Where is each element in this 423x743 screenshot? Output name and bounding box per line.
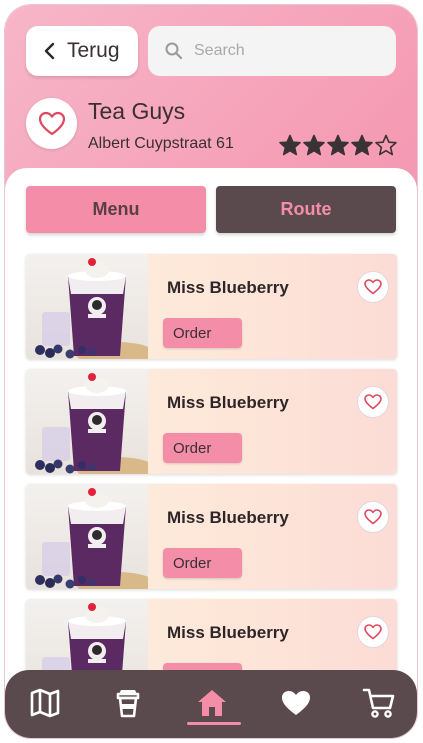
nav-cart[interactable] bbox=[359, 683, 399, 723]
heart-outline-icon bbox=[364, 394, 382, 410]
nav-favorites[interactable] bbox=[276, 683, 316, 723]
heart-icon bbox=[282, 691, 310, 715]
product-image bbox=[26, 484, 148, 589]
product-name: Miss Blueberry bbox=[167, 623, 289, 642]
back-label: Terug bbox=[67, 39, 120, 62]
favorite-button[interactable] bbox=[357, 271, 389, 303]
nav-home[interactable] bbox=[192, 683, 232, 723]
product-image bbox=[26, 254, 148, 359]
product-list: Miss Blueberry Order Miss Blueberry Orde… bbox=[26, 254, 398, 714]
product-name: Miss Blueberry bbox=[167, 393, 289, 412]
product-name: Miss Blueberry bbox=[167, 278, 289, 297]
order-button[interactable]: Order bbox=[163, 548, 242, 578]
nav-active-indicator bbox=[187, 722, 241, 725]
chevron-left-icon bbox=[39, 40, 61, 62]
order-button[interactable]: Order bbox=[163, 318, 242, 348]
main-content: Menu Route Miss Blueberry Order Miss Blu… bbox=[5, 168, 417, 738]
search-input[interactable] bbox=[192, 41, 386, 61]
app-screen: Terug Tea Guys Albert Cuypstraat 61 Menu… bbox=[5, 5, 417, 738]
cup-icon bbox=[116, 690, 140, 718]
home-icon bbox=[198, 690, 226, 716]
tab-menu[interactable]: Menu bbox=[26, 186, 206, 233]
favorite-button[interactable] bbox=[357, 386, 389, 418]
map-icon bbox=[30, 688, 60, 718]
heart-outline-icon bbox=[38, 111, 65, 135]
store-name: Tea Guys bbox=[88, 98, 186, 124]
star-filled-icon bbox=[279, 134, 301, 156]
star-empty-icon bbox=[375, 134, 397, 156]
heart-outline-icon bbox=[364, 624, 382, 640]
heart-outline-icon bbox=[364, 509, 382, 525]
tab-bar: Menu Route bbox=[26, 186, 396, 234]
product-card[interactable]: Miss Blueberry Order bbox=[26, 484, 397, 589]
star-filled-icon bbox=[351, 134, 373, 156]
product-card[interactable]: Miss Blueberry Order bbox=[26, 369, 397, 474]
product-image bbox=[26, 369, 148, 474]
star-rating bbox=[278, 134, 398, 156]
cart-icon bbox=[362, 688, 395, 718]
store-favorite-button[interactable] bbox=[26, 98, 77, 149]
heart-outline-icon bbox=[364, 279, 382, 295]
nav-drinks[interactable] bbox=[108, 683, 148, 723]
bottom-navigation bbox=[5, 670, 417, 738]
store-address: Albert Cuypstraat 61 bbox=[88, 135, 234, 152]
product-card[interactable]: Miss Blueberry Order bbox=[26, 254, 397, 359]
nav-map[interactable] bbox=[25, 683, 65, 723]
star-filled-icon bbox=[327, 134, 349, 156]
tab-route[interactable]: Route bbox=[216, 186, 396, 233]
favorite-button[interactable] bbox=[357, 616, 389, 648]
favorite-button[interactable] bbox=[357, 501, 389, 533]
star-filled-icon bbox=[303, 134, 325, 156]
order-button[interactable]: Order bbox=[163, 433, 242, 463]
product-name: Miss Blueberry bbox=[167, 508, 289, 527]
header: Terug Tea Guys Albert Cuypstraat 61 bbox=[5, 5, 417, 185]
search-bar[interactable] bbox=[148, 26, 396, 76]
back-button[interactable]: Terug bbox=[26, 26, 138, 76]
search-icon bbox=[164, 41, 184, 61]
